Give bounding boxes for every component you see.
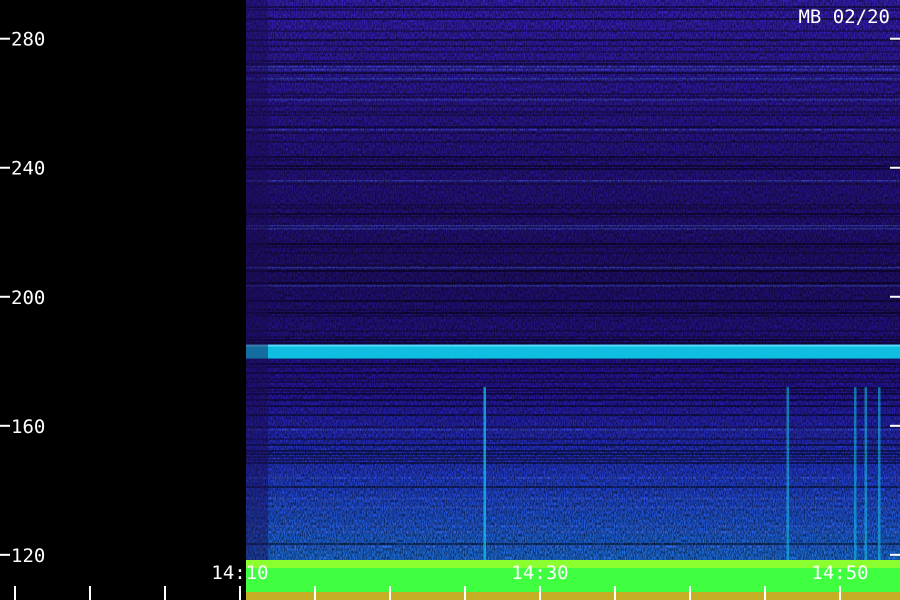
y-tick-label: 240 [11, 158, 45, 180]
y-axis-left: 120 160 200 240 280 [0, 29, 45, 567]
spectrogram-transient-line [864, 387, 867, 560]
spectrogram-band-edge [246, 560, 900, 568]
spectrogram-band-edge [246, 344, 900, 347]
spectrogram-band-edge [246, 592, 900, 600]
spectrogram-transient-line [878, 387, 881, 560]
x-tick-label: 14:10 [211, 562, 268, 584]
y-tick-label: 200 [11, 287, 45, 309]
y-tick-label: 160 [11, 416, 45, 438]
spectrogram-transient-line [854, 387, 857, 560]
x-tick-label: 14:50 [811, 562, 868, 584]
spectrogram-noise-texture [246, 0, 900, 560]
x-tick-label: 14:30 [511, 562, 568, 584]
spectrogram-transient-line [786, 387, 789, 560]
chart-title: MB 02/20 [798, 6, 890, 28]
spectrogram-plot-area [246, 0, 900, 600]
spectrogram-transient-line [483, 387, 486, 560]
spectrogram-leading-edge [246, 0, 268, 560]
y-tick-label: 120 [11, 545, 45, 567]
spectrogram-band [246, 344, 900, 359]
y-tick-label: 280 [11, 29, 45, 51]
spectrogram-chart: MB 02/20 120 160 200 240 280 14:10 14:30 14:50 [0, 0, 900, 600]
